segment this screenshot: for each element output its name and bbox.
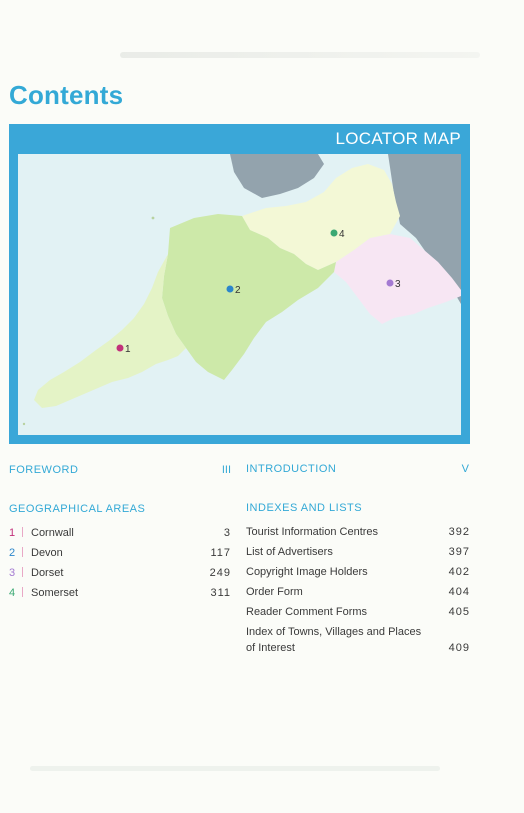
marker-label: 2 [235, 285, 241, 296]
area-page: 117 [210, 547, 231, 559]
divider [22, 527, 23, 537]
page-title: Contents [9, 80, 124, 110]
marker-label: 3 [395, 279, 401, 290]
area-number: 4 [9, 587, 16, 599]
divider [22, 587, 23, 597]
divider [22, 567, 23, 577]
indexes-heading: INDEXES AND LISTS [246, 502, 363, 514]
area-page: 3 [223, 527, 231, 539]
scilly-isles [22, 422, 26, 426]
geographical-areas-heading: GEOGRAPHICAL AREAS [9, 503, 146, 515]
index-page: 392 [448, 526, 470, 538]
map-title: LOCATOR MAP [335, 129, 461, 148]
marker-label: 1 [125, 344, 131, 355]
toc-introduction[interactable]: INTRODUCTION [246, 463, 336, 475]
index-page: 402 [448, 566, 470, 578]
locator-map: LOCATOR MAP 1 2 3 4 [9, 124, 470, 444]
index-page: 405 [448, 606, 470, 618]
index-item[interactable]: Index of Towns, Villages and Places of I… [246, 624, 431, 656]
area-label: Cornwall [31, 527, 74, 539]
index-item[interactable]: List of Advertisers [246, 544, 426, 560]
index-page: 397 [448, 546, 470, 558]
toc-area-dorset[interactable]: 3 Dorset [9, 565, 63, 581]
toc-area-devon[interactable]: 2 Devon [9, 545, 63, 561]
toc-foreword-page: III [221, 464, 231, 476]
index-page: 404 [448, 586, 470, 598]
area-number: 2 [9, 547, 16, 559]
faded-header-line [120, 52, 480, 58]
toc-introduction-page: V [461, 463, 469, 475]
toc-area-somerset[interactable]: 4 Somerset [9, 585, 78, 601]
land-north-wales [230, 154, 324, 198]
lundy-island [151, 216, 155, 220]
region-cornwall [34, 254, 186, 408]
area-page: 311 [210, 587, 231, 599]
divider [22, 547, 23, 557]
area-number: 3 [9, 567, 16, 579]
area-page: 249 [209, 567, 231, 579]
toc-area-cornwall[interactable]: 1 Cornwall [9, 525, 74, 541]
area-number: 1 [9, 527, 16, 539]
index-page: 409 [448, 642, 470, 654]
map-canvas: 1 2 3 4 [18, 154, 461, 435]
index-item[interactable]: Tourist Information Centres [246, 524, 426, 540]
index-item[interactable]: Order Form [246, 584, 426, 600]
marker-label: 4 [339, 229, 345, 240]
area-label: Dorset [31, 567, 64, 579]
index-item[interactable]: Copyright Image Holders [246, 564, 426, 580]
map-svg: 1 2 3 4 [22, 154, 461, 426]
faded-footer-line [30, 766, 440, 771]
index-item[interactable]: Reader Comment Forms [246, 604, 426, 620]
toc-foreword[interactable]: FOREWORD [9, 464, 78, 476]
area-label: Devon [31, 547, 63, 559]
area-label: Somerset [31, 587, 79, 599]
